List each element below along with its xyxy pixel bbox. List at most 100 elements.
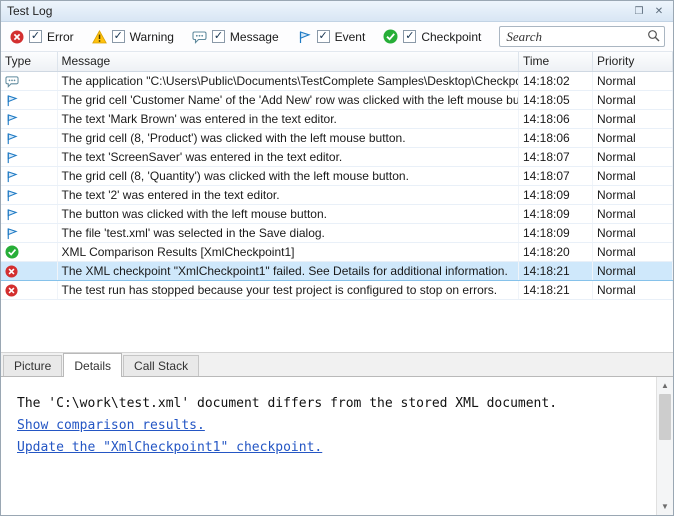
log-row-message: The button was clicked with the left mou… bbox=[57, 204, 519, 223]
test-log-window: Test Log ❒ ✕ ✓ Error ✓ Warning ✓ Message bbox=[0, 0, 674, 516]
details-text: The 'C:\work\test.xml' document differs … bbox=[17, 393, 646, 415]
log-row-priority: Normal bbox=[593, 147, 673, 166]
scrollbar-track[interactable] bbox=[657, 394, 673, 498]
log-header-row: Type Message Time Priority bbox=[1, 52, 673, 71]
log-row-message: The XML checkpoint "XmlCheckpoint1" fail… bbox=[57, 261, 519, 280]
log-row[interactable]: The file 'test.xml' was selected in the … bbox=[1, 223, 673, 242]
event-icon bbox=[5, 206, 18, 220]
search-icon[interactable] bbox=[647, 29, 660, 45]
filter-checkpoint: ✓ Checkpoint bbox=[383, 29, 481, 44]
log-row-type bbox=[1, 109, 57, 128]
details-panel: The 'C:\work\test.xml' document differs … bbox=[1, 377, 673, 515]
log-row-time: 14:18:21 bbox=[519, 261, 593, 280]
event-icon bbox=[5, 168, 18, 182]
log-row-priority: Normal bbox=[593, 71, 673, 90]
filter-error-label: Error bbox=[47, 30, 74, 44]
filter-checkpoint-label: Checkpoint bbox=[421, 30, 481, 44]
column-header-message[interactable]: Message bbox=[57, 52, 519, 71]
close-button[interactable]: ✕ bbox=[651, 4, 667, 19]
log-row-priority: Normal bbox=[593, 90, 673, 109]
details-scrollbar[interactable]: ▲ ▼ bbox=[656, 377, 673, 515]
log-row-type bbox=[1, 280, 57, 299]
log-row[interactable]: XML Comparison Results [XmlCheckpoint1]1… bbox=[1, 242, 673, 261]
show-comparison-results-link[interactable]: Show comparison results. bbox=[17, 415, 205, 437]
tab-details[interactable]: Details bbox=[63, 353, 122, 377]
log-row-message: XML Comparison Results [XmlCheckpoint1] bbox=[57, 242, 519, 261]
checkpoint-icon bbox=[383, 29, 398, 44]
filter-event: ✓ Event bbox=[297, 29, 366, 44]
filter-event-label: Event bbox=[335, 30, 366, 44]
column-header-priority[interactable]: Priority bbox=[593, 52, 673, 71]
error-icon bbox=[5, 263, 18, 277]
log-row[interactable]: The grid cell (8, 'Quantity') was clicke… bbox=[1, 166, 673, 185]
filter-error: ✓ Error bbox=[9, 29, 74, 44]
log-row-type bbox=[1, 147, 57, 166]
filter-warning: ✓ Warning bbox=[92, 29, 174, 44]
event-icon bbox=[5, 111, 18, 125]
log-row-message: The text '2' was entered in the text edi… bbox=[57, 185, 519, 204]
scrollbar-thumb[interactable] bbox=[659, 394, 671, 440]
filter-warning-label: Warning bbox=[130, 30, 174, 44]
warning-icon bbox=[92, 29, 107, 44]
filter-message: ✓ Message bbox=[192, 29, 279, 44]
log-row-time: 14:18:21 bbox=[519, 280, 593, 299]
filter-message-label: Message bbox=[230, 30, 279, 44]
log-row[interactable]: The grid cell 'Customer Name' of the 'Ad… bbox=[1, 90, 673, 109]
scroll-up-icon[interactable]: ▲ bbox=[657, 377, 673, 394]
tab-picture[interactable]: Picture bbox=[3, 355, 62, 376]
float-window-button[interactable]: ❒ bbox=[631, 4, 647, 19]
column-header-type[interactable]: Type bbox=[1, 52, 57, 71]
log-row[interactable]: The application "C:\Users\Public\Documen… bbox=[1, 71, 673, 90]
log-row-type bbox=[1, 261, 57, 280]
update-checkpoint-link[interactable]: Update the "XmlCheckpoint1" checkpoint. bbox=[17, 437, 322, 459]
log-row-message: The grid cell 'Customer Name' of the 'Ad… bbox=[57, 90, 519, 109]
event-icon bbox=[5, 149, 18, 163]
log-row-priority: Normal bbox=[593, 204, 673, 223]
log-row[interactable]: The test run has stopped because your te… bbox=[1, 280, 673, 299]
log-row-type bbox=[1, 204, 57, 223]
log-row-message: The text 'Mark Brown' was entered in the… bbox=[57, 109, 519, 128]
event-icon bbox=[5, 130, 18, 144]
search-input[interactable] bbox=[506, 29, 647, 45]
checkpoint-icon bbox=[5, 244, 19, 258]
checkpoint-checkbox[interactable]: ✓ bbox=[403, 30, 416, 43]
event-checkbox[interactable]: ✓ bbox=[317, 30, 330, 43]
log-row-time: 14:18:20 bbox=[519, 242, 593, 261]
log-row-time: 14:18:06 bbox=[519, 128, 593, 147]
log-row-time: 14:18:07 bbox=[519, 166, 593, 185]
message-icon bbox=[5, 73, 19, 87]
log-row-type bbox=[1, 71, 57, 90]
log-row-type bbox=[1, 90, 57, 109]
search-box bbox=[499, 26, 665, 47]
log-row-priority: Normal bbox=[593, 242, 673, 261]
log-row[interactable]: The text 'Mark Brown' was entered in the… bbox=[1, 109, 673, 128]
error-checkbox[interactable]: ✓ bbox=[29, 30, 42, 43]
log-row-priority: Normal bbox=[593, 128, 673, 147]
scroll-down-icon[interactable]: ▼ bbox=[657, 498, 673, 515]
log-row[interactable]: The text 'ScreenSaver' was entered in th… bbox=[1, 147, 673, 166]
column-header-time[interactable]: Time bbox=[519, 52, 593, 71]
event-icon bbox=[5, 187, 18, 201]
log-row-type bbox=[1, 223, 57, 242]
log-row[interactable]: The button was clicked with the left mou… bbox=[1, 204, 673, 223]
error-icon bbox=[5, 282, 18, 296]
log-row[interactable]: The text '2' was entered in the text edi… bbox=[1, 185, 673, 204]
log-row-message: The grid cell (8, 'Quantity') was clicke… bbox=[57, 166, 519, 185]
log-row-priority: Normal bbox=[593, 109, 673, 128]
tab-call-stack[interactable]: Call Stack bbox=[123, 355, 199, 376]
log-row-time: 14:18:02 bbox=[519, 71, 593, 90]
filter-toolbar: ✓ Error ✓ Warning ✓ Message ✓ Event bbox=[1, 22, 673, 52]
warning-checkbox[interactable]: ✓ bbox=[112, 30, 125, 43]
log-row-type bbox=[1, 185, 57, 204]
log-row-time: 14:18:06 bbox=[519, 109, 593, 128]
log-row[interactable]: The XML checkpoint "XmlCheckpoint1" fail… bbox=[1, 261, 673, 280]
titlebar: Test Log ❒ ✕ bbox=[1, 1, 673, 22]
details-content: The 'C:\work\test.xml' document differs … bbox=[1, 377, 656, 515]
log-row-priority: Normal bbox=[593, 223, 673, 242]
log-row-message: The text 'ScreenSaver' was entered in th… bbox=[57, 147, 519, 166]
message-checkbox[interactable]: ✓ bbox=[212, 30, 225, 43]
log-row-time: 14:18:05 bbox=[519, 90, 593, 109]
event-icon bbox=[5, 92, 18, 106]
log-row-time: 14:18:09 bbox=[519, 223, 593, 242]
log-row[interactable]: The grid cell (8, 'Product') was clicked… bbox=[1, 128, 673, 147]
